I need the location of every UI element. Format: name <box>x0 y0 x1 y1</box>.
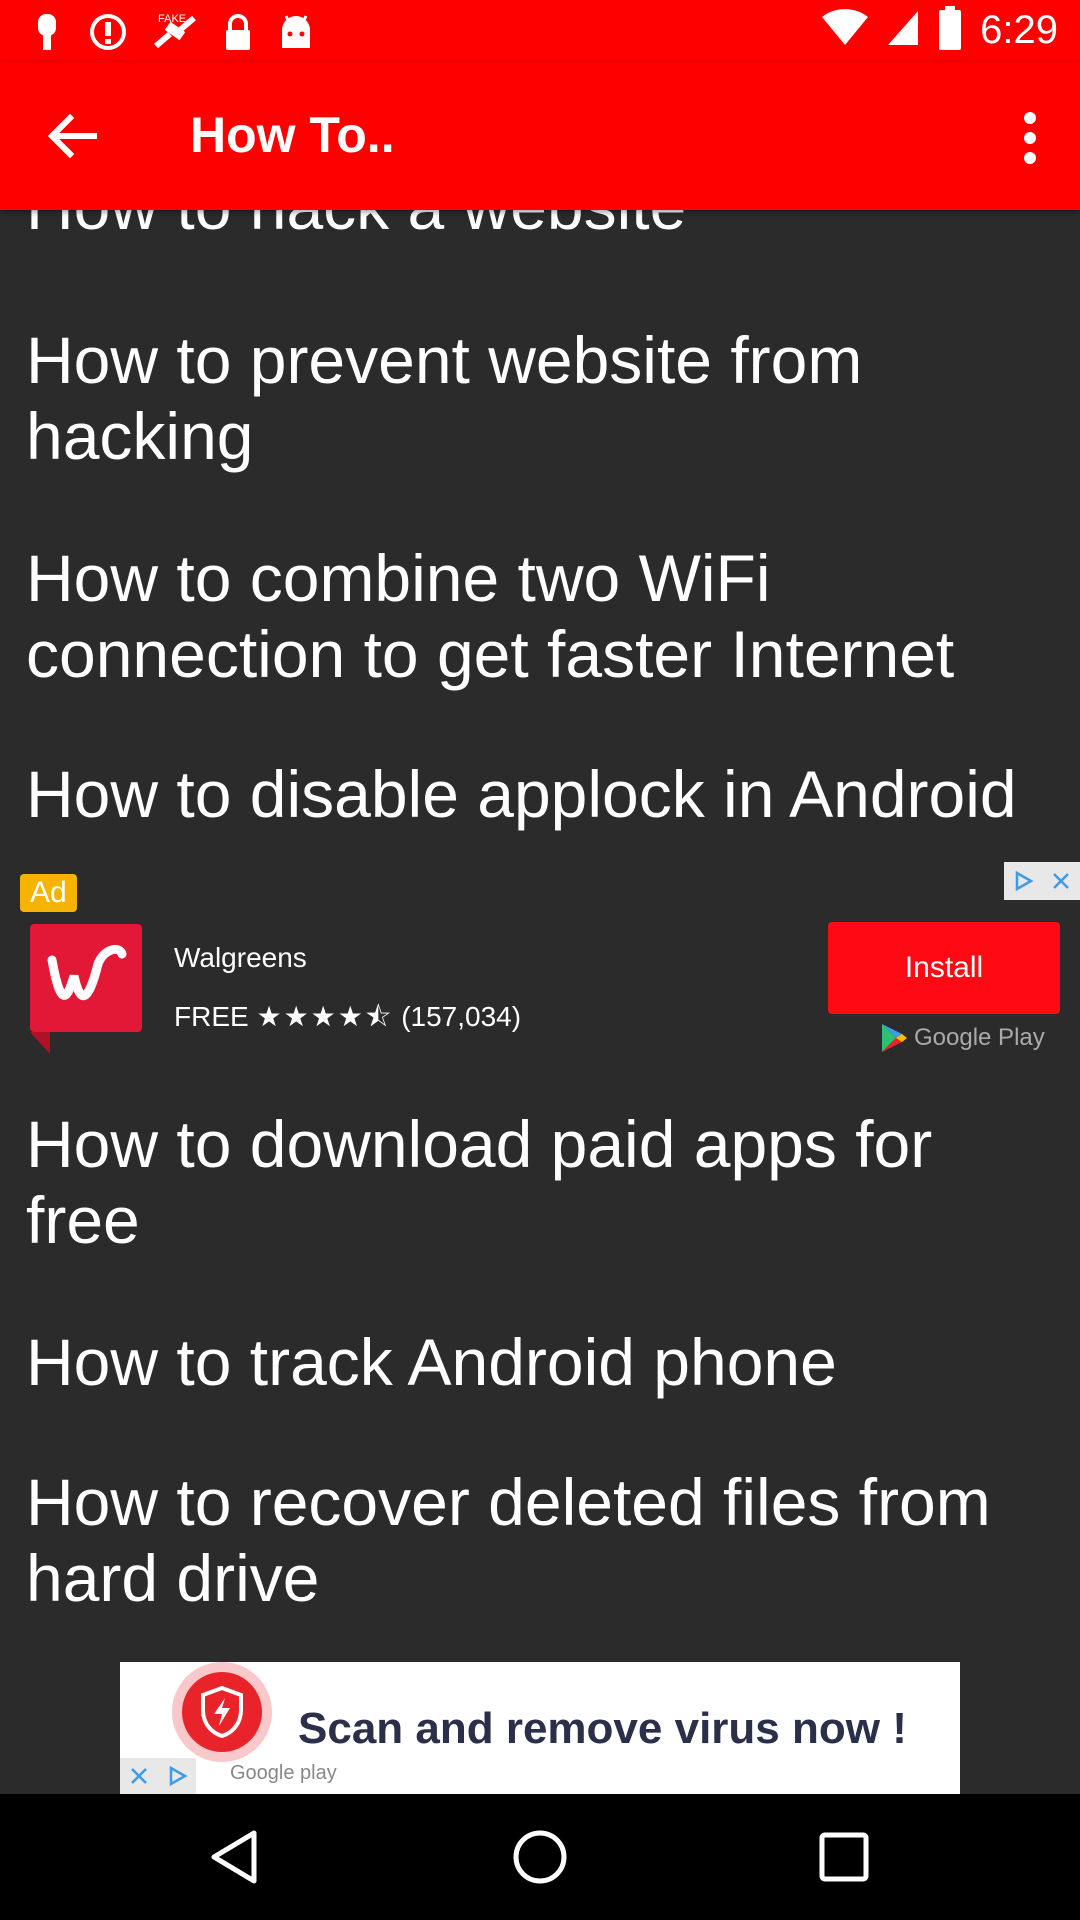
nav-home-button[interactable] <box>510 1827 570 1887</box>
banner-ad[interactable]: Scan and remove virus now ! Google play <box>120 1662 960 1794</box>
ad-reviews: (157,034) <box>401 1001 522 1032</box>
list-item[interactable]: How to recover deleted files from hard d… <box>26 1464 1056 1616</box>
walgreens-logo[interactable] <box>30 924 142 1054</box>
banner-ad-controls[interactable] <box>120 1758 196 1794</box>
alert-icon <box>88 12 128 52</box>
google-play-icon <box>882 1024 907 1052</box>
adchoices-icon[interactable] <box>1004 862 1042 900</box>
arrow-back-icon <box>47 113 97 159</box>
back-button[interactable] <box>44 108 100 164</box>
howto-list[interactable]: How to hack a website How to prevent web… <box>0 210 1080 1794</box>
close-banner-icon[interactable] <box>120 1758 158 1794</box>
back-triangle-icon <box>211 1830 257 1884</box>
cellular-icon <box>886 9 920 51</box>
fake-gps-icon: FAKE <box>152 10 198 54</box>
app-bar: How To.. <box>0 62 1080 210</box>
rating-stars: ★★★★⯪ <box>256 1001 394 1032</box>
nav-back-button[interactable] <box>206 1827 266 1887</box>
ad-price-rating: FREE ★★★★⯪ (157,034) <box>174 996 521 1044</box>
android-icon <box>278 12 314 52</box>
notification-icon <box>30 12 64 52</box>
clock: 6:29 <box>980 7 1058 52</box>
status-bar: FAKE 6:29 <box>0 0 1080 62</box>
adchoices-banner-icon[interactable] <box>158 1758 196 1794</box>
ad-price: FREE <box>174 1001 249 1032</box>
ad-app-name: Walgreens <box>174 942 307 973</box>
home-circle-icon <box>513 1830 567 1884</box>
list-item[interactable]: How to combine two WiFi connection to ge… <box>26 540 1056 692</box>
screen: FAKE 6:29 How To.. How to prevent websit… <box>0 0 1080 1920</box>
navigation-bar <box>0 1794 1080 1920</box>
list-item[interactable]: How to prevent website from hacking <box>26 322 1056 474</box>
banner-ad-text: Scan and remove virus now ! <box>298 1704 907 1753</box>
overflow-menu-button[interactable] <box>1010 108 1050 168</box>
close-ad-icon[interactable] <box>1042 862 1080 900</box>
wifi-icon <box>822 9 869 51</box>
recents-square-icon <box>819 1832 869 1882</box>
install-button[interactable]: Install <box>828 922 1060 1014</box>
adchoices[interactable] <box>1004 862 1080 900</box>
more-vert-icon <box>1024 112 1036 164</box>
list-item[interactable]: How to track Android phone <box>26 1324 1056 1400</box>
status-system: 6:29 <box>822 6 1058 54</box>
banner-store: Google play <box>230 1762 337 1784</box>
lock-icon <box>222 12 254 52</box>
shield-bolt-icon <box>182 1672 262 1752</box>
list-item[interactable]: How to disable applock in Android <box>26 756 1056 832</box>
google-play-badge: Google Play <box>880 1022 1045 1054</box>
list-item[interactable]: How to download paid apps for free <box>26 1106 1056 1258</box>
ad-badge: Ad <box>20 874 77 912</box>
page-title: How To.. <box>190 107 395 163</box>
status-notifications: FAKE <box>30 10 314 54</box>
battery-icon <box>938 6 962 54</box>
nav-recents-button[interactable] <box>814 1827 874 1887</box>
native-ad[interactable]: Ad Walgreens FREE ★★★★⯪ (157,034) Instal… <box>0 862 1080 1062</box>
list-item[interactable]: How to hack a website <box>26 210 1056 244</box>
